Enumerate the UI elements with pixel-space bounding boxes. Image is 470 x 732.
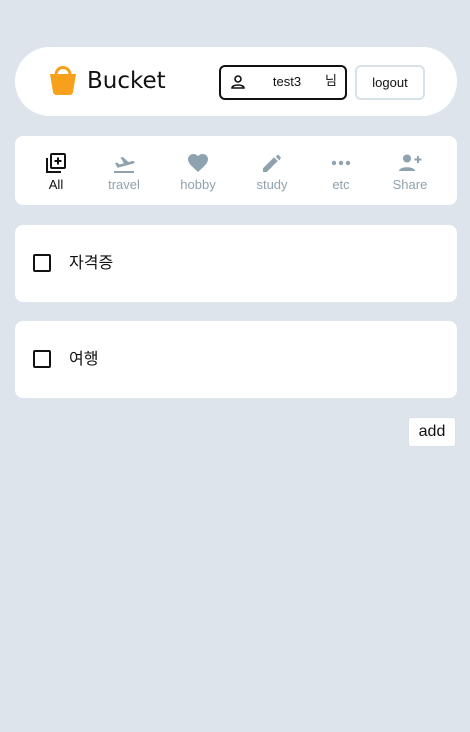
item-checkbox[interactable] xyxy=(33,254,51,272)
username: test3 xyxy=(272,74,302,89)
tab-label: travel xyxy=(108,177,140,192)
item-checkbox[interactable] xyxy=(33,350,51,368)
pencil-icon xyxy=(263,154,281,172)
tab-label: Share xyxy=(392,177,428,192)
tab-label: study xyxy=(256,177,288,192)
more-horizontal-icon xyxy=(331,160,351,166)
user-badge: test3 님 xyxy=(219,65,347,100)
person-icon xyxy=(231,75,245,89)
list-item: 자격증 xyxy=(15,225,457,302)
tab-all[interactable]: All xyxy=(21,151,91,193)
person-add-icon xyxy=(399,154,422,171)
tab-share[interactable]: Share xyxy=(375,151,445,193)
logout-button[interactable]: logout xyxy=(355,65,425,100)
add-button[interactable]: add xyxy=(408,417,456,447)
tab-hobby[interactable]: hobby xyxy=(163,151,233,193)
tab-label: etc xyxy=(332,177,350,192)
username-suffix: 님 xyxy=(325,74,337,89)
heart-icon xyxy=(188,154,208,172)
tab-label: All xyxy=(48,177,64,192)
tab-study[interactable]: study xyxy=(237,151,307,193)
tab-label: hobby xyxy=(180,177,216,192)
item-text: 여행 xyxy=(69,349,99,368)
bucket-icon xyxy=(50,66,76,95)
item-text: 자격증 xyxy=(69,253,114,272)
list-item: 여행 xyxy=(15,321,457,398)
airplane-takeoff-icon xyxy=(114,156,135,173)
tab-travel[interactable]: travel xyxy=(89,151,159,193)
add-box-icon xyxy=(46,153,66,173)
app-title: Bucket xyxy=(87,68,166,94)
tab-etc[interactable]: etc xyxy=(306,151,376,193)
